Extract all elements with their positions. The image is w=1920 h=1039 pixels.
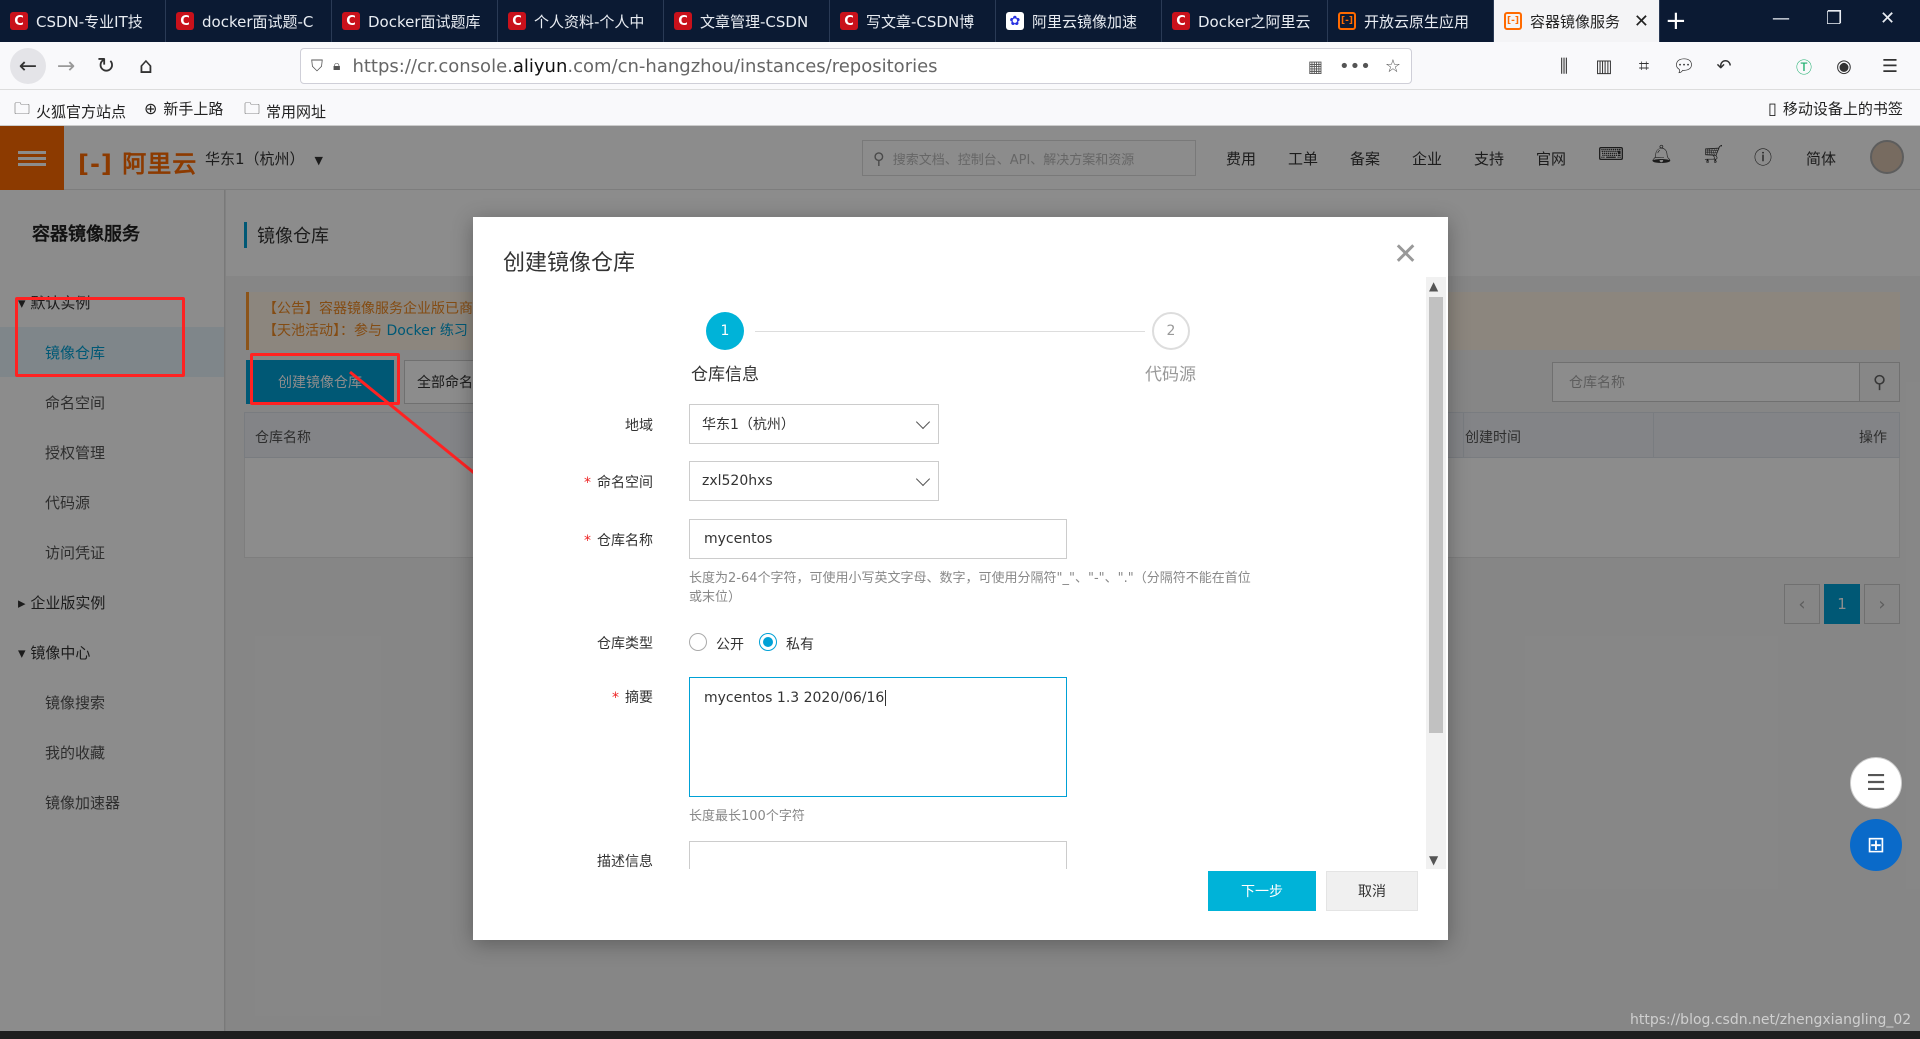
- dialog-scrollbar[interactable]: ▲ ▼: [1426, 277, 1446, 869]
- radio-public-label[interactable]: 公开: [716, 634, 744, 654]
- namespace-select[interactable]: zxl520hxs: [689, 461, 939, 501]
- description-input[interactable]: [689, 841, 1067, 869]
- cancel-button[interactable]: 取消: [1326, 871, 1418, 911]
- summary-textarea[interactable]: mycentos 1.3 2020/06/16: [689, 677, 1067, 797]
- radio-private[interactable]: [759, 633, 777, 651]
- next-step-button[interactable]: 下一步: [1208, 871, 1316, 911]
- chevron-down-icon: [915, 471, 931, 487]
- step-2-circle: 2: [1152, 312, 1190, 350]
- apps-grid-icon[interactable]: ⊞: [1850, 819, 1902, 871]
- step-2-label: 代码源: [1145, 365, 1196, 385]
- taskbar: [0, 1031, 1920, 1039]
- step-connector: [755, 331, 1145, 332]
- watermark: https://blog.csdn.net/zhengxiangling_02: [1630, 1012, 1912, 1028]
- create-repository-dialog: 创建镜像仓库 ✕ 1 2 仓库信息 代码源 地域 华东1（杭州） * 命名空间 z…: [473, 217, 1448, 940]
- step-1-circle: 1: [706, 312, 744, 350]
- repo-name-label: * 仓库名称: [584, 533, 653, 549]
- chevron-down-icon: [915, 414, 931, 430]
- scrollbar-thumb[interactable]: [1429, 297, 1443, 733]
- radio-public[interactable]: [689, 633, 707, 651]
- chat-support-icon[interactable]: ☰: [1850, 757, 1902, 809]
- description-label: 描述信息: [597, 854, 653, 870]
- scroll-down-icon[interactable]: ▼: [1429, 853, 1438, 867]
- repo-type-label: 仓库类型: [597, 636, 653, 652]
- summary-label: * 摘要: [612, 690, 653, 706]
- repo-name-input[interactable]: mycentos: [689, 519, 1067, 559]
- step-1-label: 仓库信息: [691, 365, 759, 385]
- text-cursor: [885, 690, 887, 706]
- summary-hint: 长度最长100个字符: [689, 809, 805, 824]
- scroll-up-icon[interactable]: ▲: [1429, 279, 1438, 293]
- region-label: 地域: [625, 418, 653, 434]
- dialog-title: 创建镜像仓库: [503, 251, 636, 276]
- namespace-label: * 命名空间: [584, 475, 653, 491]
- close-icon[interactable]: ✕: [1393, 237, 1418, 272]
- radio-private-label[interactable]: 私有: [786, 634, 814, 654]
- repo-name-hint: 长度为2-64个字符，可使用小写英文字母、数字，可使用分隔符"_"、"-"、".…: [689, 571, 1251, 605]
- region-select[interactable]: 华东1（杭州）: [689, 404, 939, 444]
